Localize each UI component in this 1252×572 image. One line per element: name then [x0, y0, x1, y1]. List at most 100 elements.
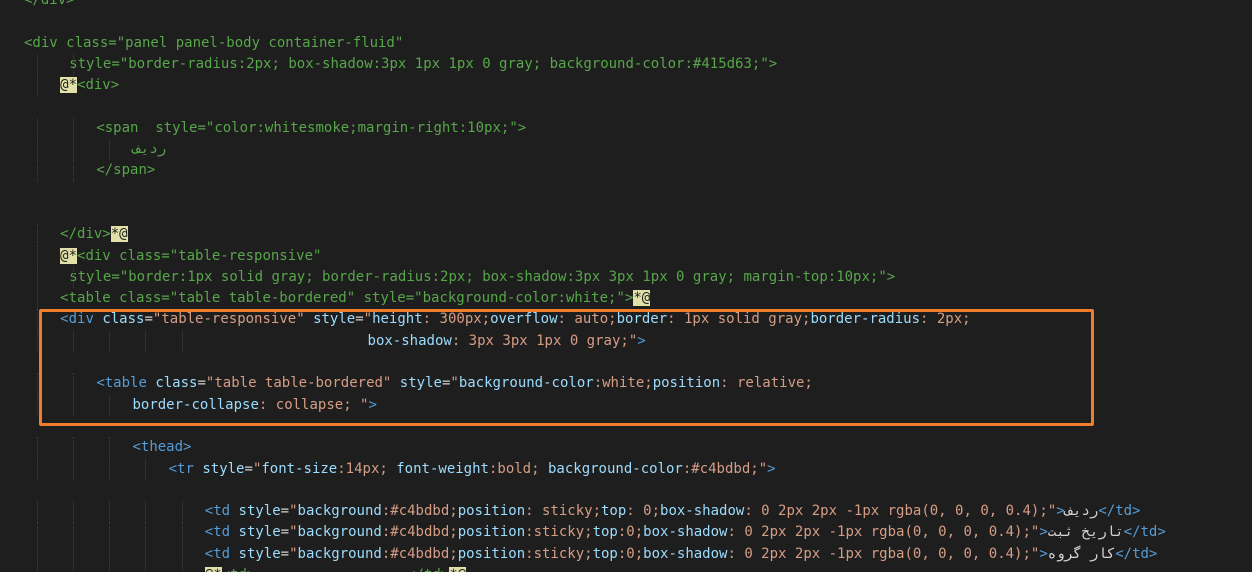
code-token: " — [289, 545, 298, 562]
code-token: <div class="table-responsive" — [77, 247, 322, 264]
code-line: <td style="background:#c4bdbd;position: … — [0, 501, 1252, 523]
indent-guide — [37, 160, 38, 182]
code-token: box-shadow — [660, 503, 745, 520]
code-token: background-color — [547, 460, 683, 477]
code-token: = — [280, 524, 290, 541]
code-line: <td style="background:#c4bdbd;position:s… — [0, 522, 1252, 544]
indent-guide — [73, 458, 75, 480]
code-token: :sticky; — [525, 524, 593, 541]
code-token: font-weight — [396, 460, 489, 477]
indent-guide — [145, 501, 147, 523]
code-token: <td — [204, 524, 239, 541]
code-token: *@ — [110, 226, 128, 243]
indent-guide — [37, 522, 38, 544]
code-line: style="border:1px solid gray; border-rad… — [0, 266, 1252, 289]
code-token: " — [363, 311, 373, 328]
code-token: <tr — [168, 460, 203, 477]
code-token: <div class="panel panel-body container-f… — [24, 34, 404, 51]
code-token: </span> — [96, 162, 156, 179]
code-token: ردیف — [132, 141, 167, 158]
code-line: <table class="table table-bordered" styl… — [0, 373, 1252, 395]
indent-guide — [145, 543, 147, 566]
code-token: style — [399, 375, 442, 392]
code-token: "table table-bordered" — [205, 375, 392, 392]
code-token: </td> — [1098, 503, 1141, 520]
code-token: = — [197, 375, 206, 392]
indent-guide — [37, 245, 38, 267]
code-token: style — [238, 545, 281, 562]
code-line: @*<div class="table-responsive" — [0, 245, 1252, 267]
indent-guide — [181, 522, 183, 544]
code-token: " — [289, 524, 298, 541]
indent-guide — [145, 522, 147, 544]
indent-guide — [73, 565, 75, 572]
indent-guide — [37, 330, 38, 353]
indent-guide — [181, 501, 183, 523]
code-editor[interactable]: </div> <div class="panel panel-body conta… — [0, 0, 1252, 572]
code-token: *@ — [633, 290, 651, 307]
indent-guide — [37, 53, 38, 76]
code-token: : sticky; — [525, 503, 601, 520]
code-token: class — [155, 375, 198, 392]
code-token: :0; — [617, 545, 644, 562]
indent-guide — [145, 565, 147, 572]
code-token: top — [601, 503, 627, 520]
code-token: top — [592, 524, 618, 541]
indent-guide — [73, 117, 75, 140]
code-token: </td> — [1123, 524, 1166, 541]
code-token: = — [280, 503, 290, 520]
indent-guide — [145, 330, 147, 353]
code-token: <span style="color:whitesmoke;margin-rig… — [96, 119, 527, 136]
code-token: overflow — [490, 311, 558, 328]
code-line: <div class="table-responsive" style="hei… — [0, 309, 1252, 331]
code-token: <div> — [77, 77, 120, 94]
code-token: box-shadow — [643, 524, 728, 541]
indent-guide — [181, 330, 183, 353]
code-line: @*<td> </td>*@ — [0, 565, 1252, 572]
indent-guide — [73, 139, 75, 161]
code-line: <td style="background:#c4bdbd;position:s… — [0, 543, 1252, 566]
code-token: : 0; — [626, 503, 661, 520]
code-token: background — [297, 524, 382, 541]
code-line: </div>*@ — [0, 224, 1252, 246]
code-token: border-collapse — [132, 396, 259, 413]
indent-guide — [37, 501, 38, 523]
code-token: style="border-radius:2px; box-shadow:3px… — [69, 55, 778, 72]
code-token: </div> — [24, 0, 75, 8]
indent-guide — [109, 565, 111, 572]
indent-guide — [109, 330, 111, 353]
indent-guide — [181, 565, 183, 572]
code-token: : relative; — [720, 375, 813, 392]
indent-guide — [37, 458, 38, 480]
code-token: : 0 2px 2px -1px rgba(0, 0, 0, 0.4);" — [744, 503, 1057, 520]
code-token: height — [372, 311, 423, 328]
code-token: style — [202, 460, 245, 477]
indent-guide — [73, 543, 75, 566]
code-token: <thead> — [132, 439, 192, 456]
code-token: box-shadow — [643, 545, 728, 562]
code-token: <td — [204, 545, 239, 562]
indent-guide — [37, 543, 38, 566]
code-token: style — [238, 524, 281, 541]
code-line: <div class="panel panel-body container-f… — [0, 33, 1252, 54]
code-token: تاریخ ثبت — [1047, 524, 1124, 541]
code-line: <span style="color:whitesmoke;margin-rig… — [0, 117, 1252, 140]
code-line: <table class="table table-bordered" styl… — [0, 288, 1252, 310]
code-token: کار گروه — [1047, 545, 1116, 562]
code-token: > — [1039, 524, 1048, 541]
indent-guide — [37, 309, 38, 331]
code-token: :bold; — [488, 460, 548, 477]
code-token: "table-responsive" — [152, 311, 305, 328]
code-token: </div> — [60, 226, 111, 243]
indent-guide — [37, 288, 38, 310]
code-token: position — [652, 375, 721, 392]
code-token: background — [297, 545, 382, 562]
code-token: > — [767, 460, 776, 477]
code-token: <table class="table table-bordered" styl… — [60, 290, 634, 307]
code-token: background-color — [458, 375, 594, 392]
code-token: > — [1039, 545, 1048, 562]
indent-guide — [73, 266, 75, 289]
